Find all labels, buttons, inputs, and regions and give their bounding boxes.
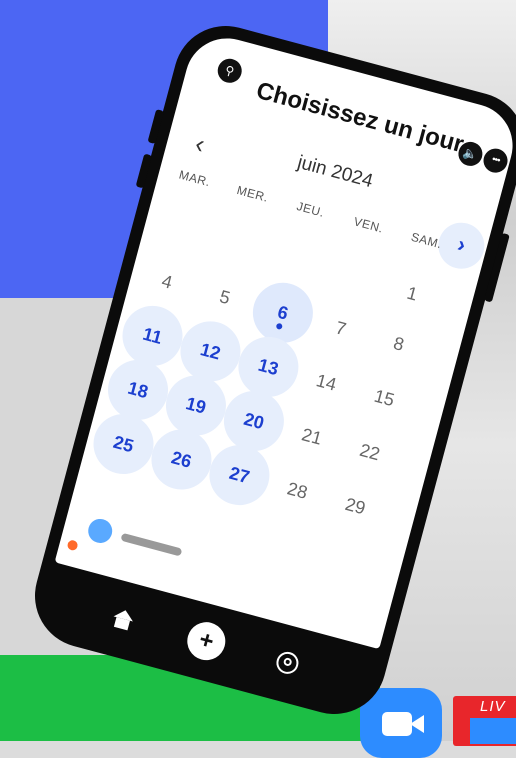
live-indicator: [85, 516, 115, 546]
camera-lens-icon: [410, 715, 424, 733]
calendar-day: 28: [285, 478, 310, 503]
profile-icon[interactable]: [273, 649, 301, 677]
calendar-day-label: 6: [275, 301, 291, 324]
calendar-day: 29: [343, 493, 368, 519]
weekday-header: MAR.: [177, 167, 212, 190]
calendar-day-available[interactable]: 27: [202, 438, 277, 512]
calendar-day-available[interactable]: 25: [86, 407, 161, 481]
today-indicator: [275, 322, 283, 330]
video-camera-icon: [382, 712, 412, 736]
calendar-day-available[interactable]: 26: [144, 422, 219, 497]
live-badge-text: LIV: [480, 698, 506, 715]
chevron-right-icon: ›: [454, 231, 469, 258]
weekday-header: VEN.: [352, 214, 385, 236]
weekday-header: MER.: [235, 183, 270, 205]
live-badge-sub: [470, 718, 516, 744]
home-icon[interactable]: [109, 607, 136, 634]
add-icon[interactable]: +: [183, 617, 230, 665]
weekday-header: JEU.: [295, 199, 326, 220]
recording-dot: [66, 539, 79, 552]
chevron-left-icon[interactable]: ‹: [192, 128, 208, 160]
progress-bar: [120, 532, 183, 557]
